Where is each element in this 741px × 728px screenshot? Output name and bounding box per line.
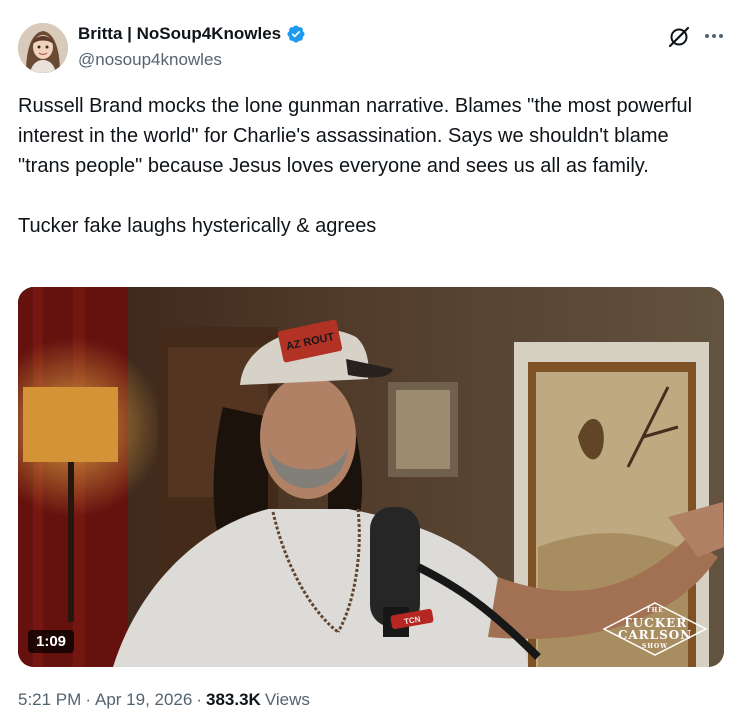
verified-badge-icon xyxy=(286,24,306,44)
logo-line2-text: CARLSON xyxy=(617,628,693,642)
author-handle[interactable]: @nosoup4knowles xyxy=(78,50,222,70)
author-name-row: Britta | NoSoup4Knowles xyxy=(78,24,306,44)
video-duration-badge: 1:09 xyxy=(28,630,75,653)
grok-slash-icon[interactable] xyxy=(666,24,692,50)
avatar[interactable] xyxy=(18,23,68,73)
more-horizontal-icon[interactable] xyxy=(700,22,728,50)
show-logo: THE TUCKER CARLSON SHOW xyxy=(602,601,708,657)
meta-separator: · xyxy=(85,690,91,709)
views-count: 383.3K xyxy=(206,690,261,709)
tweet-time-link[interactable]: 5:21 PM xyxy=(18,690,81,710)
views-label: Views xyxy=(264,690,310,709)
video-player[interactable]: AZ ROUT TCN 1:09 THE TUCKER CARLSON SHOW xyxy=(18,287,724,667)
logo-bottom-text: SHOW xyxy=(642,643,668,650)
tweet-date-link[interactable]: Apr 19, 2026 xyxy=(95,690,192,710)
tweet-card: Britta | NoSoup4Knowles @nosoup4knowles … xyxy=(0,0,741,728)
tweet-meta: 5:21 PM · Apr 19, 2026 · 383.3K Views xyxy=(18,690,310,710)
tweet-text: Russell Brand mocks the lone gunman narr… xyxy=(18,95,693,237)
author-display-name[interactable]: Britta | NoSoup4Knowles xyxy=(78,24,281,44)
meta-separator: · xyxy=(196,690,203,709)
